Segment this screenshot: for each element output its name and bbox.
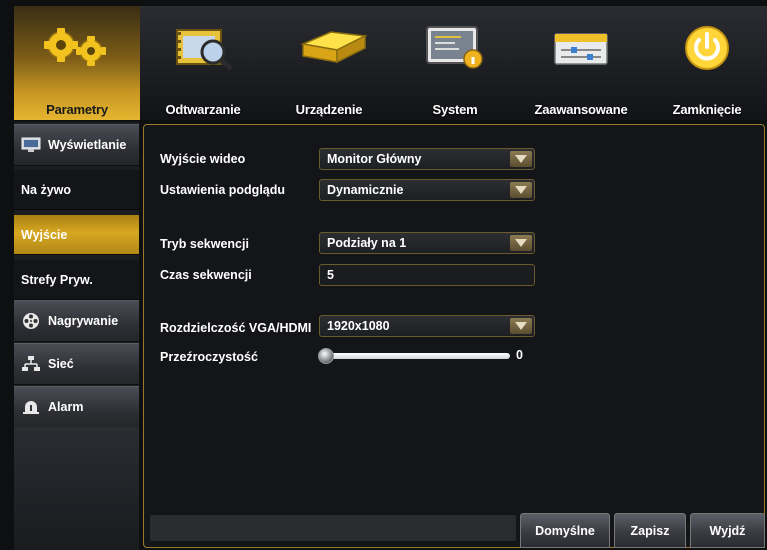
sidebar-item-label: Sieć (48, 357, 74, 371)
film-reel-icon (20, 312, 42, 330)
tab-label: Parametry (46, 102, 108, 117)
tab-label: Odtwarzanie (165, 102, 241, 117)
tab-urzadzenie[interactable]: Urządzenie (266, 6, 392, 120)
sidebar: Wyświetlanie Na żywo Wyjście Strefy Pryw… (14, 122, 139, 550)
sliders-panel-icon (536, 20, 626, 76)
monitor-info-icon (410, 20, 500, 76)
chevron-down-icon[interactable] (510, 151, 532, 167)
tab-label: System (432, 102, 478, 117)
chevron-down-icon[interactable] (510, 182, 532, 198)
sidebar-item-label: Alarm (48, 400, 84, 414)
sidebar-item-na-zywo[interactable]: Na żywo (14, 170, 139, 210)
tab-parametry[interactable]: Parametry (14, 6, 140, 120)
sidebar-item-wyswietlanie[interactable]: Wyświetlanie (14, 124, 139, 166)
dvr-settings-window: Parametry Odtwarzanie Urządzenie System … (0, 0, 767, 550)
power-icon (662, 20, 752, 76)
transparency-value: 0 (516, 348, 523, 362)
preview-settings-value: Dynamicznie (327, 183, 404, 197)
sidebar-item-label: Wyświetlanie (48, 138, 127, 152)
tab-odtwarzanie[interactable]: Odtwarzanie (140, 6, 266, 120)
resolution-select[interactable]: 1920x1080 (319, 315, 535, 337)
default-button[interactable]: Domyślne (520, 513, 610, 548)
hard-drive-icon (284, 20, 374, 76)
sidebar-item-siec[interactable]: Sieć (14, 343, 139, 385)
sidebar-item-label: Nagrywanie (48, 314, 119, 328)
tab-zaawansowane[interactable]: Zaawansowane (518, 6, 644, 120)
network-icon (20, 355, 42, 373)
sidebar-item-label: Wyjście (21, 227, 68, 242)
resolution-label: Rozdzielczość VGA/HDMI (160, 321, 312, 335)
resolution-value: 1920x1080 (327, 319, 390, 333)
gears-icon (32, 20, 122, 76)
top-menu-bar: Parametry Odtwarzanie Urządzenie System … (14, 6, 767, 120)
sidebar-item-alarm[interactable]: Alarm (14, 386, 139, 428)
sidebar-item-nagrywanie[interactable]: Nagrywanie (14, 300, 139, 342)
video-output-label: Wyjście wideo (160, 152, 246, 166)
sidebar-item-label: Na żywo (21, 182, 72, 197)
monitor-icon (20, 136, 42, 154)
chevron-down-icon[interactable] (510, 318, 532, 334)
output-settings-panel: Wyjście wideo Monitor Główny Ustawienia … (143, 124, 765, 548)
status-bar (150, 515, 516, 541)
sequence-mode-value: Podziały na 1 (327, 236, 407, 250)
exit-button[interactable]: Wyjdź (690, 513, 765, 548)
preview-settings-label: Ustawienia podglądu (160, 183, 286, 197)
transparency-slider-track[interactable] (322, 353, 510, 359)
transparency-slider-handle[interactable] (318, 348, 334, 364)
save-button[interactable]: Zapisz (614, 513, 686, 548)
sequence-time-value: 5 (327, 268, 334, 282)
tab-system[interactable]: System (392, 6, 518, 120)
sequence-mode-label: Tryb sekwencji (160, 237, 249, 251)
sidebar-item-wyjscie[interactable]: Wyjście (14, 215, 139, 255)
chevron-down-icon[interactable] (510, 235, 532, 251)
sidebar-item-label: Strefy Pryw. (21, 272, 93, 287)
film-magnifier-icon (158, 20, 248, 76)
transparency-label: Przeźroczystość (160, 350, 258, 364)
sequence-mode-select[interactable]: Podziały na 1 (319, 232, 535, 254)
sequence-time-label: Czas sekwencji (160, 268, 252, 282)
tab-label: Zaawansowane (534, 102, 628, 117)
preview-settings-select[interactable]: Dynamicznie (319, 179, 535, 201)
alarm-bell-icon (20, 398, 42, 416)
sidebar-item-strefy-pryw[interactable]: Strefy Pryw. (14, 260, 139, 300)
sidebar-filler (14, 427, 139, 550)
tab-zamkniecie[interactable]: Zamknięcie (644, 6, 767, 120)
video-output-value: Monitor Główny (327, 152, 422, 166)
tab-label: Urządzenie (295, 102, 363, 117)
sequence-time-input[interactable]: 5 (319, 264, 535, 286)
tab-label: Zamknięcie (672, 102, 742, 117)
video-output-select[interactable]: Monitor Główny (319, 148, 535, 170)
